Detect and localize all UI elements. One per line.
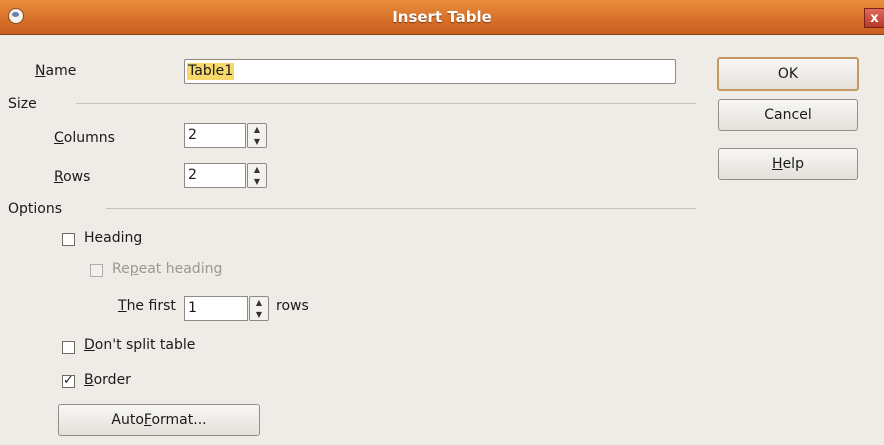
- rows-suffix-label: rows: [276, 298, 309, 314]
- autoformat-label-rest: ormat...: [151, 412, 207, 428]
- the-first-spin-arrows[interactable]: ▲ ▼: [249, 296, 269, 321]
- help-label-rest: elp: [782, 156, 804, 172]
- columns-label-rest: olumns: [63, 130, 115, 146]
- dont-split-checkbox[interactable]: [62, 341, 75, 354]
- help-button[interactable]: Help: [718, 148, 858, 180]
- dont-split-label-mnemonic: D: [84, 337, 95, 353]
- options-section-label: Options: [8, 201, 63, 217]
- the-first-value[interactable]: 1: [184, 296, 248, 321]
- spin-up-icon[interactable]: ▲: [250, 297, 268, 308]
- size-section-label: Size: [8, 96, 37, 112]
- name-input[interactable]: Table1: [184, 59, 676, 84]
- columns-value[interactable]: 2: [184, 123, 246, 148]
- autoformat-label-start: Auto: [111, 412, 144, 428]
- border-label[interactable]: Border: [84, 372, 131, 388]
- dont-split-label-rest: on't split table: [94, 337, 196, 353]
- ok-button[interactable]: OK: [717, 57, 859, 91]
- heading-label[interactable]: Heading: [84, 230, 142, 246]
- dont-split-label[interactable]: Don't split table: [84, 337, 195, 353]
- autoformat-button[interactable]: AutoFormat...: [58, 404, 260, 436]
- name-label-rest: ame: [45, 63, 77, 79]
- repeat-heading-label-rest: eat heading: [138, 261, 223, 277]
- border-label-mnemonic: B: [84, 372, 94, 388]
- rows-label: Rows: [54, 169, 90, 185]
- cancel-button[interactable]: Cancel: [718, 99, 858, 131]
- spin-down-icon[interactable]: ▼: [248, 176, 266, 187]
- repeat-heading-label-start: Re: [112, 261, 130, 277]
- rows-value[interactable]: 2: [184, 163, 246, 188]
- window-title: Insert Table: [392, 8, 492, 26]
- heading-label-start: Headin: [84, 230, 134, 246]
- repeat-heading-label: Repeat heading: [112, 261, 222, 277]
- columns-label-mnemonic: C: [54, 130, 64, 146]
- the-first-label-rest: he first: [126, 298, 176, 314]
- repeat-heading-checkbox[interactable]: [90, 264, 103, 277]
- name-input-value: Table1: [187, 63, 235, 80]
- name-label-mnemonic: N: [35, 63, 46, 79]
- spin-down-icon[interactable]: ▼: [248, 136, 266, 147]
- name-label: Name: [35, 63, 76, 79]
- heading-checkbox[interactable]: [62, 233, 75, 246]
- repeat-heading-label-mnemonic: p: [129, 261, 139, 277]
- the-first-label: The first: [118, 298, 176, 314]
- help-label-mnemonic: H: [772, 156, 783, 172]
- columns-spin-arrows[interactable]: ▲ ▼: [247, 123, 267, 148]
- rows-label-mnemonic: R: [54, 169, 64, 185]
- the-first-label-mnemonic: T: [118, 298, 127, 314]
- columns-label: Columns: [54, 130, 115, 146]
- options-divider: [106, 208, 696, 209]
- title-bar: Insert Table x: [0, 0, 884, 35]
- rows-label-rest: ows: [63, 169, 91, 185]
- size-divider: [76, 103, 696, 104]
- spin-up-icon[interactable]: ▲: [248, 164, 266, 175]
- spin-up-icon[interactable]: ▲: [248, 124, 266, 135]
- spin-down-icon[interactable]: ▼: [250, 309, 268, 320]
- heading-label-mnemonic: g: [133, 230, 143, 246]
- border-label-rest: order: [93, 372, 131, 388]
- rows-spin-arrows[interactable]: ▲ ▼: [247, 163, 267, 188]
- border-checkbox[interactable]: [62, 373, 75, 388]
- close-button[interactable]: x: [864, 8, 884, 28]
